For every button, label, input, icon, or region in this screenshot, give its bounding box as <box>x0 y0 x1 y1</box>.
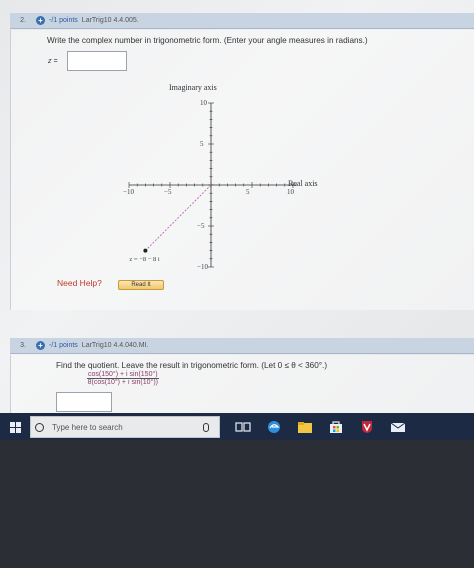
quotient-fraction: cos(150°) + i sin(150°) 8(cos(10°) + i s… <box>87 371 159 386</box>
question-number: 2. <box>20 17 26 24</box>
y-tick-label: 10 <box>200 99 207 107</box>
question-number: 3. <box>20 342 26 349</box>
windows-icon <box>9 421 21 433</box>
points-link[interactable]: -/1 points <box>49 342 78 349</box>
microphone-icon[interactable] <box>203 422 209 432</box>
search-circle-icon <box>35 422 44 432</box>
question-3-body: Find the quotient. Leave the result in t… <box>10 355 474 415</box>
question-2-header: 2. + -/1 points LarTrig10 4.4.005. <box>10 13 474 29</box>
x-tick-label: 10 <box>287 188 294 196</box>
point-label: z = −8 − 8 i <box>129 255 160 263</box>
need-help-label: Need Help? <box>57 278 102 288</box>
x-tick-label: −5 <box>164 188 172 196</box>
vector-line <box>145 184 212 251</box>
read-it-button[interactable]: Read It <box>118 280 164 290</box>
screen: 2. + -/1 points LarTrig10 4.4.005. Write… <box>0 0 474 440</box>
start-button[interactable] <box>0 413 30 440</box>
task-view-icon[interactable] <box>235 420 251 434</box>
mail-icon[interactable] <box>390 420 406 434</box>
expand-plus-icon[interactable]: + <box>36 16 45 25</box>
x-axis-title: Real axis <box>288 179 318 188</box>
points-link[interactable]: -/1 points <box>49 17 78 24</box>
expand-plus-icon[interactable]: + <box>36 341 45 350</box>
fraction-denominator: 8(cos(10°) + i sin(10°)) <box>87 379 158 386</box>
store-icon[interactable] <box>328 420 344 434</box>
answer-label: z = <box>48 58 58 65</box>
answer-input[interactable] <box>56 392 112 412</box>
question-prompt: Write the complex number in trigonometri… <box>47 36 368 45</box>
taskbar-search-box[interactable]: Type here to search <box>30 416 220 438</box>
edge-icon[interactable] <box>266 420 282 434</box>
fraction-numerator: cos(150°) + i sin(150°) <box>87 371 159 379</box>
y-tick-label: −5 <box>197 222 205 230</box>
question-2-body: Write the complex number in trigonometri… <box>10 30 474 310</box>
antivirus-icon[interactable] <box>359 420 375 434</box>
search-placeholder: Type here to search <box>52 422 123 432</box>
file-explorer-icon[interactable] <box>297 420 313 434</box>
question-3-header: 3. + -/1 points LarTrig10 4.4.040.MI. <box>10 338 474 354</box>
question-source: LarTrig10 4.4.040.MI. <box>81 342 149 349</box>
windows-taskbar: Type here to search <box>0 413 474 440</box>
y-tick-label: −10 <box>197 263 208 271</box>
question-prompt: Find the quotient. Leave the result in t… <box>56 361 328 370</box>
question-source: LarTrig10 4.4.005. <box>81 17 139 24</box>
x-tick-label: −10 <box>123 188 134 196</box>
data-point <box>143 248 148 253</box>
answer-input[interactable] <box>67 51 127 71</box>
y-tick-label: 5 <box>200 140 204 148</box>
x-tick-label: 5 <box>246 188 250 196</box>
y-axis-title: Imaginary axis <box>169 83 217 92</box>
